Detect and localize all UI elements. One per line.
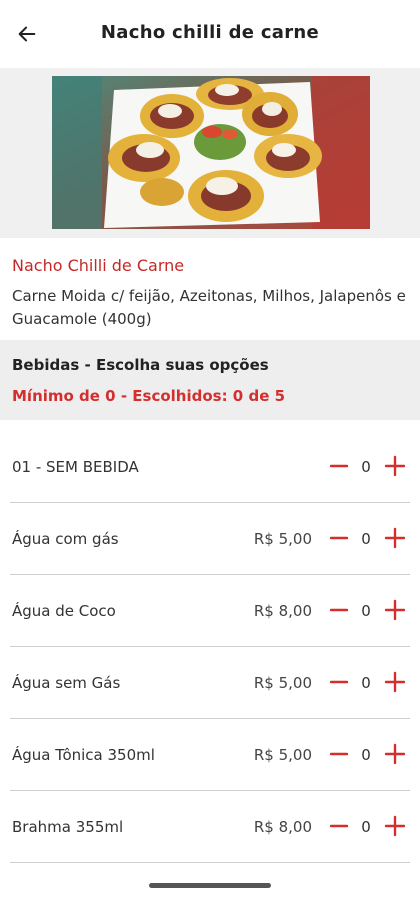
plus-icon[interactable] bbox=[384, 815, 406, 837]
option-price: R$ 5,00 bbox=[253, 530, 312, 548]
option-price: R$ 8,00 bbox=[253, 818, 312, 836]
option-row: 01 - SEM BEBIDA 0 bbox=[0, 431, 420, 503]
option-name: Brahma 355ml bbox=[12, 818, 124, 836]
plus-icon[interactable] bbox=[384, 455, 406, 477]
quantity-value: 0 bbox=[361, 458, 371, 476]
option-name: 01 - SEM BEBIDA bbox=[12, 458, 139, 476]
quantity-value: 0 bbox=[361, 674, 371, 692]
option-name: Água com gás bbox=[12, 530, 119, 548]
minus-icon[interactable] bbox=[329, 456, 349, 476]
quantity-value: 0 bbox=[361, 602, 371, 620]
plus-icon[interactable] bbox=[384, 743, 406, 765]
option-price: R$ 5,00 bbox=[253, 746, 312, 764]
product-name: Nacho Chilli de Carne bbox=[12, 256, 185, 275]
minus-icon[interactable] bbox=[329, 816, 349, 836]
quantity-value: 0 bbox=[361, 746, 371, 764]
app-header: Nacho chilli de carne bbox=[0, 0, 420, 68]
option-list: 01 - SEM BEBIDA 0 Água com gás R$ 5,00 0… bbox=[0, 431, 420, 863]
home-indicator[interactable] bbox=[149, 883, 271, 888]
minus-icon[interactable] bbox=[329, 672, 349, 692]
option-price: R$ 8,00 bbox=[253, 602, 312, 620]
option-group-header: Bebidas - Escolha suas opções Mínimo de … bbox=[0, 340, 420, 420]
plus-icon[interactable] bbox=[384, 599, 406, 621]
option-name: Água sem Gás bbox=[12, 674, 121, 692]
plus-icon[interactable] bbox=[384, 671, 406, 693]
option-group-rule: Mínimo de 0 - Escolhidos: 0 de 5 bbox=[12, 387, 286, 405]
option-name: Água de Coco bbox=[12, 602, 116, 620]
option-price: R$ 5,00 bbox=[253, 674, 312, 692]
option-row: Água sem Gás R$ 5,00 0 bbox=[0, 647, 420, 719]
option-name: Água Tônica 350ml bbox=[12, 746, 155, 764]
minus-icon[interactable] bbox=[329, 744, 349, 764]
product-image bbox=[52, 76, 370, 229]
quantity-value: 0 bbox=[361, 530, 371, 548]
minus-icon[interactable] bbox=[329, 600, 349, 620]
minus-icon[interactable] bbox=[329, 528, 349, 548]
quantity-value: 0 bbox=[361, 818, 371, 836]
option-row: Brahma 355ml R$ 8,00 0 bbox=[0, 791, 420, 863]
option-row: Água com gás R$ 5,00 0 bbox=[0, 503, 420, 575]
nachos-photo bbox=[52, 76, 370, 229]
page-title: Nacho chilli de carne bbox=[100, 22, 320, 43]
product-description: Carne Moida c/ feijão, Azeitonas, Milhos… bbox=[12, 287, 406, 328]
option-row: Água Tônica 350ml R$ 5,00 0 bbox=[0, 719, 420, 791]
option-row: Água de Coco R$ 8,00 0 bbox=[0, 575, 420, 647]
plus-icon[interactable] bbox=[384, 527, 406, 549]
option-group-title: Bebidas - Escolha suas opções bbox=[12, 356, 269, 374]
